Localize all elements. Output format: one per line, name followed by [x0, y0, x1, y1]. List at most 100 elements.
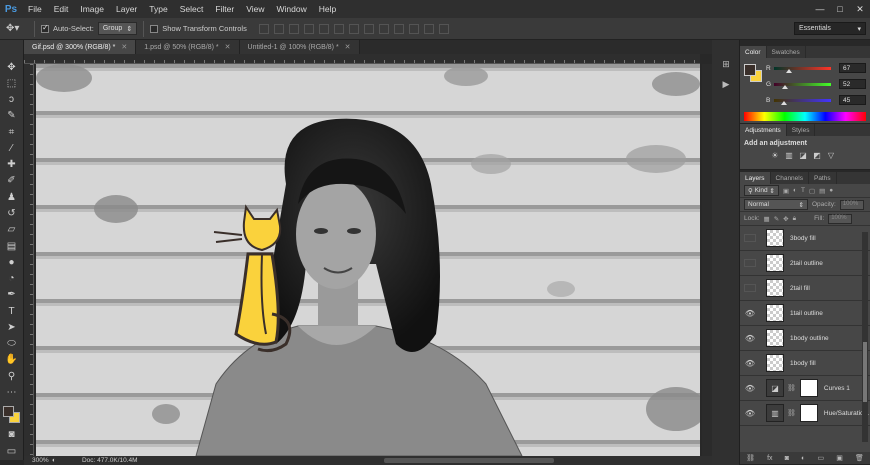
align-top-icon[interactable] [258, 23, 269, 34]
kind-filter-dropdown[interactable]: ⚲ Kind ⇕ [744, 185, 779, 196]
tab-styles[interactable]: Styles [787, 124, 816, 136]
healing-brush-tool-icon[interactable]: ✚ [3, 158, 21, 172]
path-selection-tool-icon[interactable]: ➤ [3, 320, 21, 334]
menu-item-image[interactable]: Image [74, 4, 110, 14]
layer-row[interactable]: 👁︎ 1tail outline [740, 301, 870, 326]
smart-object-filter-icon[interactable]: ▤ [819, 187, 825, 195]
move-tool-preset-icon[interactable]: ✥▾ [6, 23, 28, 34]
layer-row[interactable]: 👁︎ ▥ ⛓ Hue/Saturatio... [740, 401, 870, 426]
align-vcenter-icon[interactable] [273, 23, 284, 34]
slider-knob[interactable] [780, 100, 787, 105]
channel-value-field[interactable]: 45 [839, 95, 866, 105]
menu-item-layer[interactable]: Layer [110, 4, 143, 14]
lock-transparent-icon[interactable]: ▦ [764, 215, 770, 223]
canvas-horizontal-scrollbar[interactable] [384, 458, 554, 463]
tab-adjustments[interactable]: Adjustments [740, 124, 787, 136]
canvas-vertical-scrollbar[interactable] [702, 64, 720, 456]
color-swatches[interactable] [2, 405, 21, 423]
auto-align-icon[interactable] [438, 23, 449, 34]
layer-row[interactable]: 2tail fill [740, 276, 870, 301]
distribute-top-icon[interactable] [348, 23, 359, 34]
link-icon[interactable]: ⛓ [787, 409, 796, 417]
document-canvas[interactable] [36, 64, 700, 456]
tab-color[interactable]: Color [740, 46, 767, 58]
crop-tool-icon[interactable]: ⌗ [3, 125, 21, 139]
layer-mask-thumbnail[interactable] [799, 379, 818, 397]
auto-select-checkbox[interactable] [41, 23, 49, 33]
brush-tool-icon[interactable]: ✐ [3, 174, 21, 188]
close-icon[interactable]: ✕ [225, 43, 231, 51]
menu-item-file[interactable]: File [22, 4, 48, 14]
document-tab[interactable]: Untitled-1 @ 100% (RGB/8) * ✕ [239, 40, 360, 54]
auto-select-dropdown[interactable]: Group ⇕ [97, 22, 138, 35]
align-left-icon[interactable] [303, 23, 314, 34]
vibrance-icon[interactable]: ▽ [826, 151, 836, 160]
blur-tool-icon[interactable]: ● [3, 255, 21, 269]
blend-mode-dropdown[interactable]: Normal ⇕ [744, 199, 808, 210]
document-tab[interactable]: Gif.psd @ 300% (RGB/8) * ✕ [24, 40, 137, 54]
minimize-icon[interactable]: — [810, 0, 830, 18]
menu-item-window[interactable]: Window [270, 4, 312, 14]
new-layer-icon[interactable]: ▣ [836, 454, 843, 462]
lock-all-icon[interactable]: 🔒︎ [793, 215, 796, 223]
opacity-field[interactable]: 100% [839, 199, 864, 210]
exposure-icon[interactable]: ◩ [812, 151, 822, 160]
align-bottom-icon[interactable] [288, 23, 299, 34]
tab-swatches[interactable]: Swatches [767, 46, 806, 58]
layer-mask-thumbnail[interactable] [799, 404, 818, 422]
hand-tool-icon[interactable]: ✋ [3, 353, 21, 367]
close-icon[interactable]: ✕ [345, 43, 351, 51]
distribute-left-icon[interactable] [393, 23, 404, 34]
document-tab[interactable]: 1.psd @ 50% (RGB/8) * ✕ [136, 40, 240, 54]
foreground-color-swatch[interactable] [2, 405, 14, 417]
clone-stamp-tool-icon[interactable]: ♟ [3, 190, 21, 204]
eyedropper-tool-icon[interactable]: ⁄ [3, 141, 21, 155]
new-adjustment-icon[interactable]: ◐ [801, 455, 805, 462]
tab-paths[interactable]: Paths [809, 172, 837, 184]
history-panel-icon[interactable]: ⊞ [712, 54, 740, 74]
new-group-icon[interactable]: ▭ [817, 454, 824, 462]
gradient-tool-icon[interactable]: ▤ [3, 239, 21, 253]
layer-row[interactable]: 3body fill [740, 226, 870, 251]
type-filter-icon[interactable]: T [801, 187, 805, 194]
filter-toggle-icon[interactable]: ● [829, 187, 833, 194]
pixel-filter-icon[interactable]: ▣ [783, 187, 789, 195]
menu-item-type[interactable]: Type [143, 4, 173, 14]
slider-knob[interactable] [782, 84, 789, 89]
eye-icon[interactable]: 👁︎ [744, 359, 756, 368]
layer-row[interactable]: 👁︎ 1body outline [740, 326, 870, 351]
dodge-tool-icon[interactable]: ◔ [3, 271, 21, 285]
layer-row[interactable]: 2tail outline [740, 251, 870, 276]
fill-field[interactable]: 100% [828, 213, 853, 224]
curves-icon[interactable]: ◪ [798, 151, 808, 160]
align-hcenter-icon[interactable] [318, 23, 329, 34]
distribute-bottom-icon[interactable] [378, 23, 389, 34]
channel-value-field[interactable]: 67 [839, 63, 866, 73]
menu-item-filter[interactable]: Filter [209, 4, 240, 14]
layer-style-icon[interactable]: fx [767, 455, 772, 462]
scrollbar-thumb[interactable] [863, 342, 867, 402]
document-size[interactable]: Doc: 477.0K/10.4M [82, 457, 138, 464]
screen-mode-icon[interactable]: ▭ [3, 444, 21, 458]
hidden-eye-slot[interactable] [744, 259, 756, 267]
close-icon[interactable]: ✕ [850, 0, 870, 18]
menu-item-view[interactable]: View [240, 4, 270, 14]
eraser-tool-icon[interactable]: ▱ [3, 223, 21, 237]
align-right-icon[interactable] [333, 23, 344, 34]
link-layers-icon[interactable]: ⛓ [746, 454, 755, 462]
eye-icon[interactable]: 👁︎ [744, 309, 756, 318]
marquee-tool-icon[interactable]: ⬚ [3, 76, 21, 90]
history-brush-tool-icon[interactable]: ↺ [3, 206, 21, 220]
menu-item-edit[interactable]: Edit [48, 4, 75, 14]
quick-selection-tool-icon[interactable]: ✎ [3, 109, 21, 123]
adjustment-filter-icon[interactable]: ◐ [793, 187, 797, 194]
channel-slider[interactable] [773, 66, 831, 73]
layers-scrollbar[interactable] [862, 232, 868, 442]
distribute-hcenter-icon[interactable] [408, 23, 419, 34]
lock-position-icon[interactable]: ✥ [783, 215, 788, 223]
menu-item-select[interactable]: Select [174, 4, 210, 14]
actions-panel-icon[interactable]: ▶ [712, 74, 740, 94]
status-info-icon[interactable]: ◐ [52, 457, 56, 464]
shape-tool-icon[interactable]: ⬭ [3, 337, 21, 351]
eye-icon[interactable]: 👁︎ [744, 384, 756, 393]
